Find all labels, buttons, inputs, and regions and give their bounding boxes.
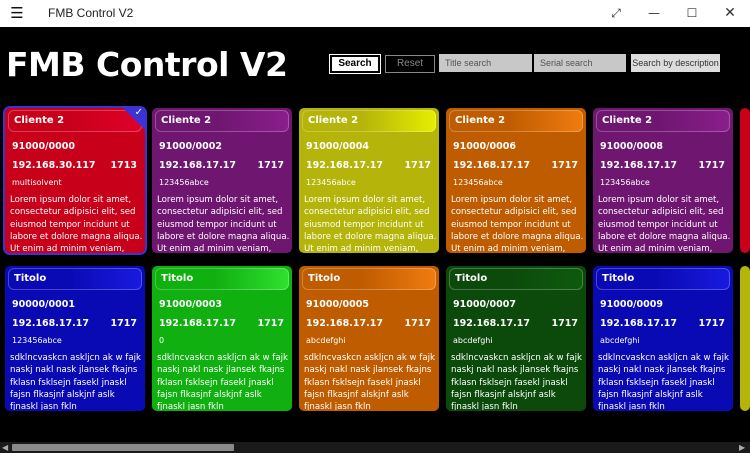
card-ip: 192.168.17.17 (600, 318, 677, 329)
card-title: Titolo (8, 268, 142, 290)
hamburger-icon[interactable]: ☰ (9, 5, 25, 21)
window-title: FMB Control V2 (48, 6, 134, 20)
card-title: Cliente 2 (155, 110, 289, 132)
card-port: 1717 (698, 318, 725, 329)
card-description: Lorem ipsum dolor sit amet, consectetur … (304, 195, 437, 252)
card-serial: 91000/0002 (159, 141, 222, 152)
card-ip: 192.168.17.17 (453, 160, 530, 171)
horizontal-scrollbar[interactable]: ◀ ▶ (0, 442, 750, 453)
device-card[interactable]: Cliente 2 91000/0002 192.168.17.17 1717 1234… (152, 108, 292, 253)
scroll-right-icon[interactable]: ▶ (739, 442, 745, 453)
card-title: Cliente 2 (449, 110, 583, 132)
close-icon[interactable]: ✕ (713, 2, 747, 24)
card-description: Lorem ipsum dolor sit amet, consectetur … (451, 195, 584, 252)
device-card[interactable]: Cliente 2 91000/0006 192.168.17.17 1717 1234… (446, 108, 586, 253)
card-ip: 192.168.17.17 (159, 160, 236, 171)
search-button[interactable]: Search (329, 54, 381, 74)
card-subtitle: 123456abce (306, 178, 356, 187)
fullscreen-icon[interactable]: ⤢ (599, 2, 633, 24)
card-serial: 90000/0001 (12, 299, 75, 310)
card-title: Cliente 2 (8, 110, 142, 132)
card-port: 1717 (551, 160, 578, 171)
device-card[interactable]: Titolo 91000/0005 192.168.17.17 1717 abcdefg… (299, 266, 439, 411)
card-ip: 192.168.17.17 (306, 318, 383, 329)
card-port: 1717 (404, 160, 431, 171)
card-edge-partial[interactable] (740, 266, 750, 411)
card-subtitle: abcdefghi (453, 336, 493, 345)
card-description: sdklncvaskcn askljcn ak w fajk naskj nak… (598, 353, 729, 410)
card-subtitle: abcdefghi (306, 336, 346, 345)
card-title: Cliente 2 (596, 110, 730, 132)
card-port: 1713 (110, 160, 137, 171)
card-description: Lorem ipsum dolor sit amet, consectetur … (10, 195, 143, 252)
reset-button[interactable]: Reset (385, 55, 435, 73)
minimize-icon[interactable]: — (637, 2, 671, 24)
card-ip: 192.168.17.17 (12, 318, 89, 329)
device-card[interactable]: Cliente 2 91000/0000 192.168.30.117 1713 mul… (3, 106, 147, 255)
card-title: Titolo (155, 268, 289, 290)
card-port: 1717 (257, 318, 284, 329)
card-serial: 91000/0003 (159, 299, 222, 310)
card-port: 1717 (110, 318, 137, 329)
card-ip: 192.168.17.17 (306, 160, 383, 171)
card-title: Titolo (302, 268, 436, 290)
card-title: Titolo (449, 268, 583, 290)
card-description: sdklncvaskcn askljcn ak w fajk naskj nak… (451, 353, 582, 410)
card-ip: 192.168.17.17 (159, 318, 236, 329)
device-card[interactable]: Titolo 91000/0007 192.168.17.17 1717 abcdefg… (446, 266, 586, 411)
card-port: 1717 (404, 318, 431, 329)
card-description: sdklncvaskcn askljcn ak w fajk naskj nak… (157, 353, 288, 410)
checkmark-icon: ✓ (134, 108, 143, 118)
description-search-button[interactable]: Search by description (631, 54, 720, 72)
card-subtitle: abcdefghi (600, 336, 640, 345)
page-title: FMB Control V2 (6, 45, 288, 84)
device-card[interactable]: Cliente 2 91000/0004 192.168.17.17 1717 1234… (299, 108, 439, 253)
card-description: Lorem ipsum dolor sit amet, consectetur … (157, 195, 290, 252)
card-description: sdklncvaskcn askljcn ak w fajk naskj nak… (304, 353, 435, 410)
card-serial: 91000/0008 (600, 141, 663, 152)
card-serial: 91000/0006 (453, 141, 516, 152)
card-serial: 91000/0004 (306, 141, 369, 152)
card-title: Titolo (596, 268, 730, 290)
card-serial: 91000/0007 (453, 299, 516, 310)
card-description: sdklncvaskcn askljcn ak w fajk naskj nak… (10, 353, 141, 410)
device-card[interactable]: Titolo 90000/0001 192.168.17.17 1717 123456a… (5, 266, 145, 411)
card-serial: 91000/0000 (12, 141, 75, 152)
card-ip: 192.168.17.17 (600, 160, 677, 171)
card-subtitle: 123456abce (159, 178, 209, 187)
card-subtitle: 0 (159, 336, 165, 345)
card-serial: 91000/0005 (306, 299, 369, 310)
card-serial: 91000/0009 (600, 299, 663, 310)
card-subtitle: 123456abce (12, 336, 62, 345)
device-card[interactable]: Cliente 2 91000/0008 192.168.17.17 1717 1234… (593, 108, 733, 253)
card-title: Cliente 2 (302, 110, 436, 132)
card-port: 1717 (698, 160, 725, 171)
card-ip: 192.168.17.17 (453, 318, 530, 329)
maximize-icon[interactable]: ☐ (675, 2, 709, 24)
card-subtitle: multisolvent (12, 178, 62, 187)
device-card[interactable]: Titolo 91000/0009 192.168.17.17 1717 abcdefg… (593, 266, 733, 411)
card-port: 1717 (551, 318, 578, 329)
card-edge-partial[interactable] (740, 108, 750, 253)
card-description: Lorem ipsum dolor sit amet, consectetur … (598, 195, 731, 252)
scrollbar-thumb[interactable] (12, 444, 234, 451)
title-search-input[interactable]: Title search (439, 54, 532, 72)
scroll-left-icon[interactable]: ◀ (2, 442, 8, 453)
card-port: 1717 (257, 160, 284, 171)
device-card[interactable]: Titolo 91000/0003 192.168.17.17 1717 0 sdklnc… (152, 266, 292, 411)
card-ip: 192.168.30.117 (12, 160, 96, 171)
card-subtitle: 123456abce (453, 178, 503, 187)
card-subtitle: 123456abce (600, 178, 650, 187)
serial-search-input[interactable]: Serial search (534, 54, 626, 72)
window-titlebar: ☰ FMB Control V2 ⤢ — ☐ ✕ (0, 0, 750, 27)
